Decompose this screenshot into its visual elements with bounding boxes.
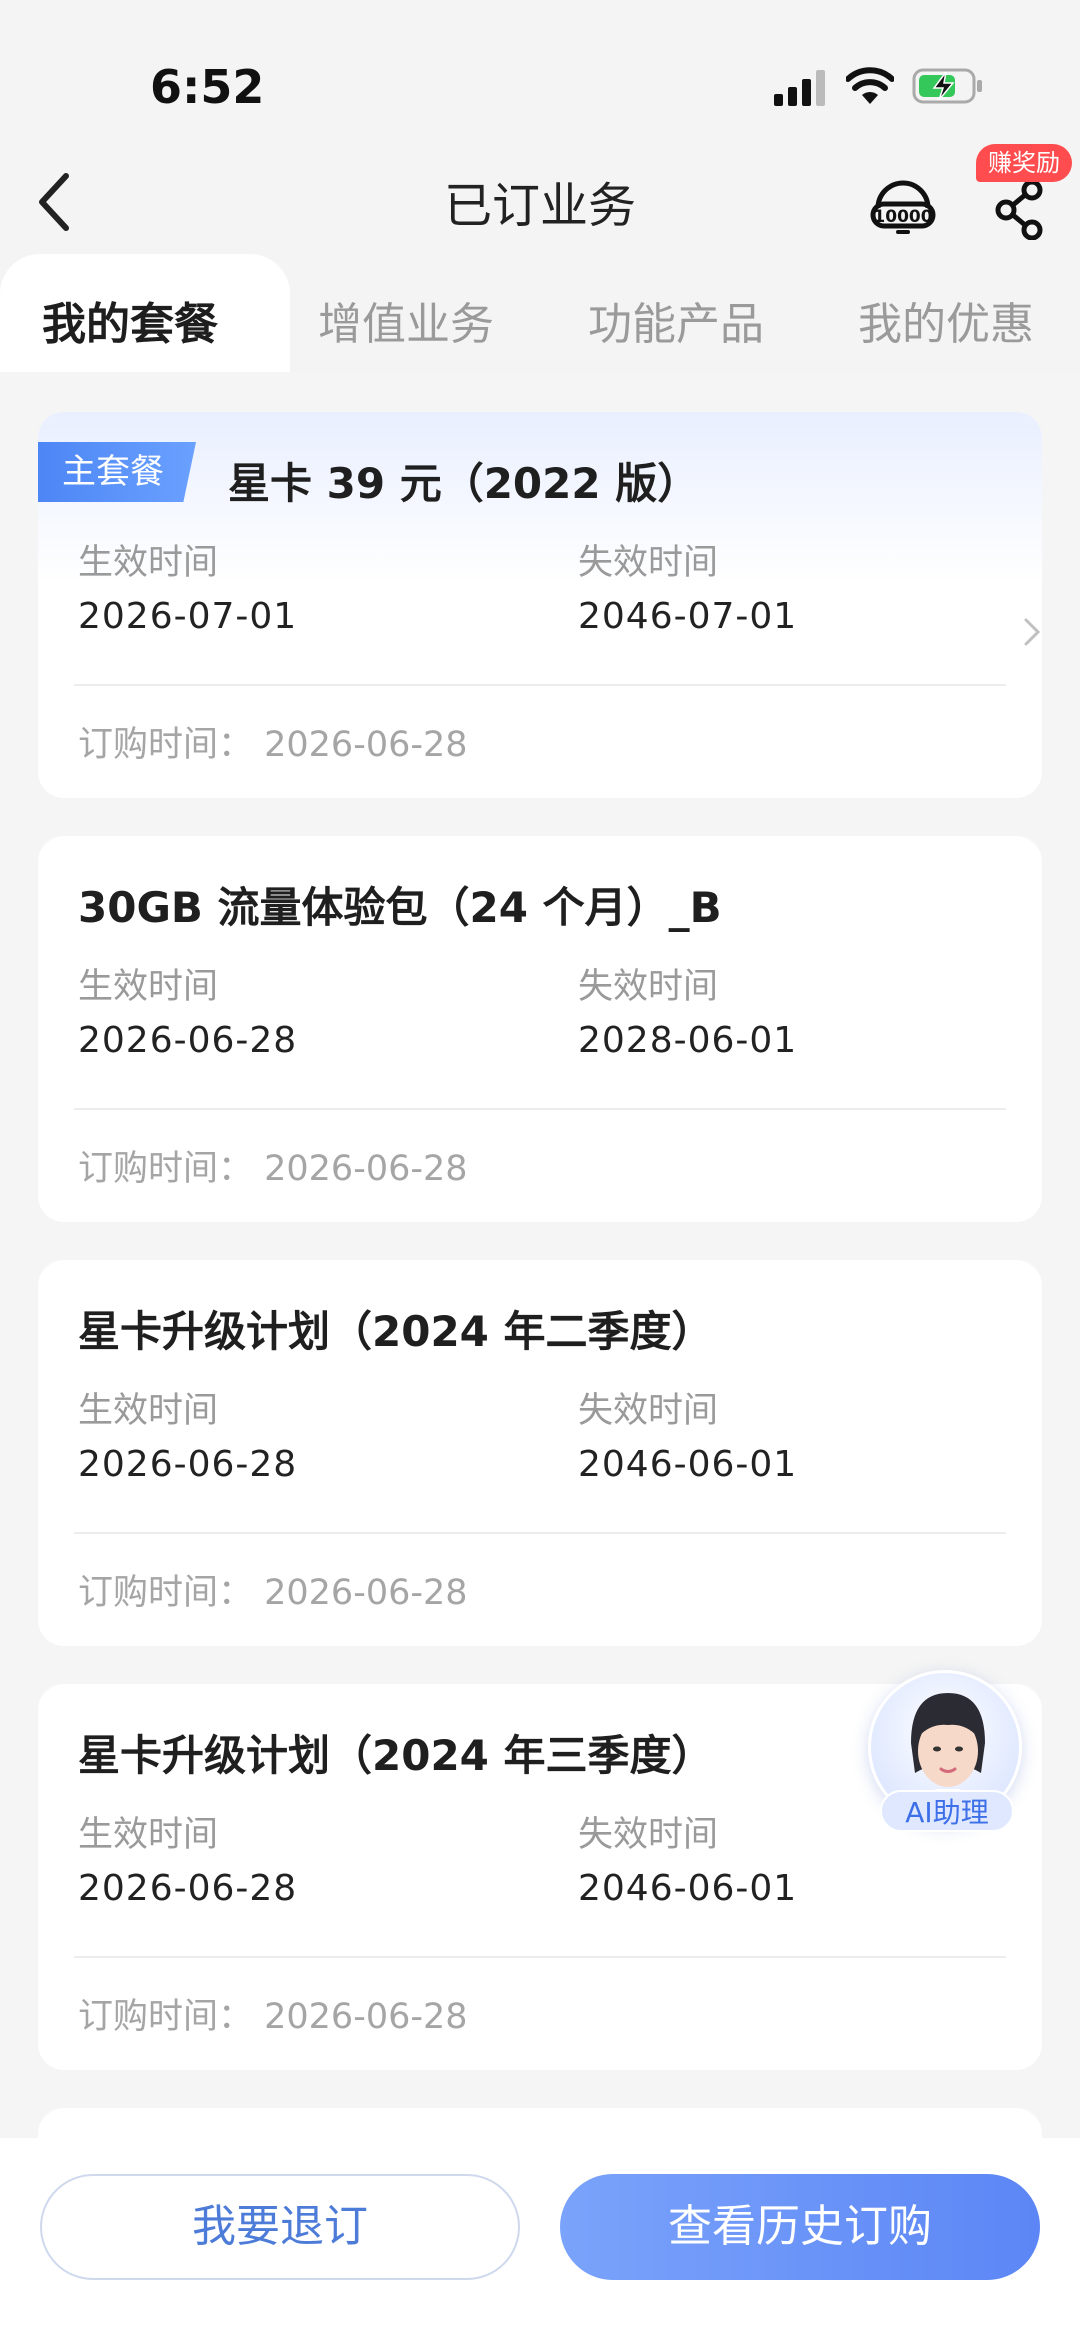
order-time: 订购时间： 2026-06-28 bbox=[78, 725, 468, 765]
plan-card[interactable]: 星卡升级计划（2024 年二季度） 生效时间 2026-06-28 失效时间 2… bbox=[38, 1260, 1042, 1646]
card-title: 30GB 流量体验包（24 个月）_B bbox=[78, 883, 722, 932]
main-plan-tag: 主套餐 bbox=[38, 442, 196, 502]
content-list: 主套餐 星卡 39 元（2022 版） 生效时间 2026-07-01 失效时间… bbox=[0, 372, 1080, 2152]
screen: 6:52 已订业务 10000 赚奖励 我的套餐 增值业务 功能产品 我的优惠 … bbox=[0, 0, 1080, 2348]
expiry-label: 失效时间 bbox=[578, 967, 719, 1007]
expiry-label: 失效时间 bbox=[578, 543, 719, 583]
nav-header: 已订业务 10000 赚奖励 bbox=[0, 144, 1080, 260]
tab-features[interactable]: 功能产品 bbox=[588, 288, 764, 352]
effective-label: 生效时间 bbox=[78, 543, 219, 583]
card-title: 星卡 39 元（2022 版） bbox=[228, 459, 700, 508]
status-bar: 6:52 bbox=[0, 0, 1080, 150]
tab-value-added[interactable]: 增值业务 bbox=[318, 288, 494, 352]
wifi-icon bbox=[846, 67, 894, 104]
expiry-label: 失效时间 bbox=[578, 1815, 719, 1855]
ai-assistant-label: AI助理 bbox=[880, 1790, 1014, 1832]
battery-icon bbox=[912, 68, 982, 104]
order-time: 订购时间： 2026-06-28 bbox=[78, 1149, 468, 1189]
share-icon bbox=[995, 179, 1043, 241]
card-divider bbox=[74, 684, 1006, 686]
expiry-date: 2046-07-01 bbox=[578, 596, 798, 637]
effective-label: 生效时间 bbox=[78, 1815, 219, 1855]
card-divider bbox=[74, 1956, 1006, 1958]
expiry-date: 2046-06-01 bbox=[578, 1444, 798, 1485]
plan-card[interactable]: 30GB 流量体验包（24 个月）_B 生效时间 2026-06-28 失效时间… bbox=[38, 836, 1042, 1222]
card-divider bbox=[74, 1532, 1006, 1534]
card-title: 星卡升级计划（2024 年三季度） bbox=[78, 1731, 714, 1780]
tab-bar: 我的套餐 增值业务 功能产品 我的优惠 bbox=[0, 252, 1080, 394]
card-title: 星卡升级计划（2024 年二季度） bbox=[78, 1307, 714, 1356]
order-time: 订购时间： 2026-06-28 bbox=[78, 1997, 468, 2037]
tab-my-offers[interactable]: 我的优惠 bbox=[858, 288, 1034, 352]
tab-my-plan[interactable]: 我的套餐 bbox=[42, 288, 218, 352]
order-time: 订购时间： 2026-06-28 bbox=[78, 1573, 468, 1613]
effective-date: 2026-06-28 bbox=[78, 1444, 298, 1485]
status-time: 6:52 bbox=[150, 60, 265, 114]
reward-badge[interactable]: 赚奖励 bbox=[976, 144, 1072, 182]
effective-date: 2026-07-01 bbox=[78, 596, 298, 637]
effective-label: 生效时间 bbox=[78, 967, 219, 1007]
view-history-button[interactable]: 查看历史订购 bbox=[560, 2174, 1040, 2280]
expiry-date: 2028-06-01 bbox=[578, 1020, 798, 1061]
card-divider bbox=[74, 1108, 1006, 1110]
signal-icon bbox=[774, 70, 825, 106]
share-button[interactable] bbox=[990, 176, 1052, 241]
plan-card-main[interactable]: 主套餐 星卡 39 元（2022 版） 生效时间 2026-07-01 失效时间… bbox=[38, 412, 1042, 798]
unsubscribe-button[interactable]: 我要退订 bbox=[40, 2174, 520, 2280]
expiry-label: 失效时间 bbox=[578, 1391, 719, 1431]
effective-date: 2026-06-28 bbox=[78, 1868, 298, 1909]
effective-date: 2026-06-28 bbox=[78, 1020, 298, 1061]
ai-assistant-button[interactable]: AI助理 bbox=[862, 1630, 1028, 1832]
effective-label: 生效时间 bbox=[78, 1391, 219, 1431]
chevron-right-icon bbox=[1024, 618, 1041, 646]
expiry-date: 2046-06-01 bbox=[578, 1868, 798, 1909]
customer-service-icon[interactable]: 10000 bbox=[868, 170, 938, 240]
svg-text:10000: 10000 bbox=[873, 207, 932, 227]
bottom-action-bar: 我要退订 查看历史订购 bbox=[0, 2138, 1080, 2348]
